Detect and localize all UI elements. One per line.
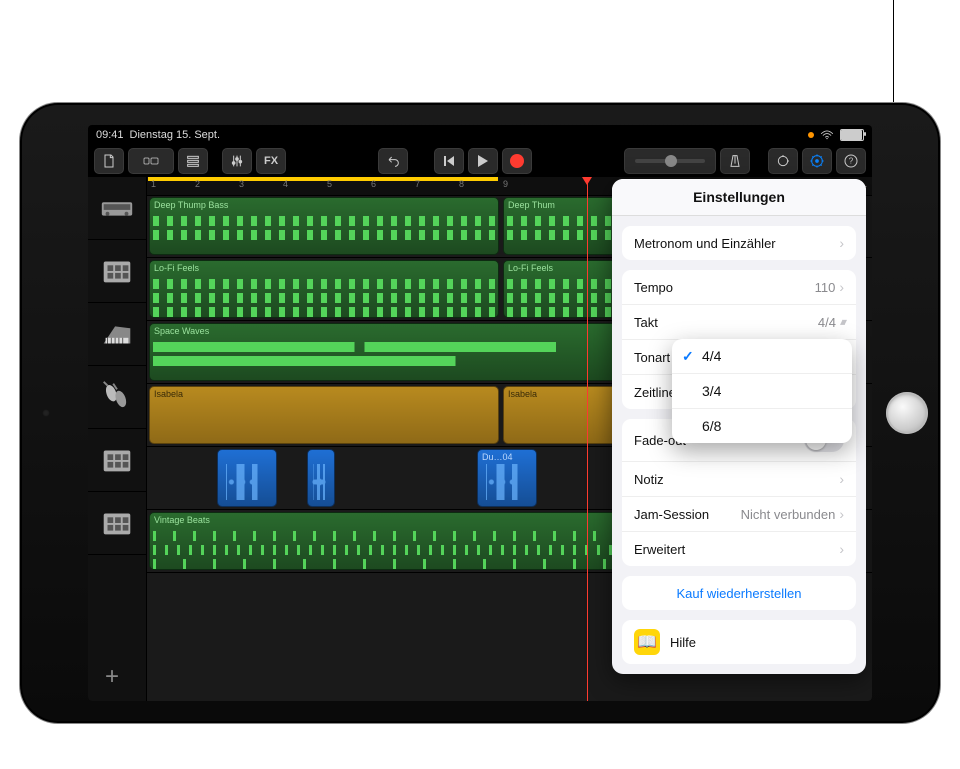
region-label: Vintage Beats — [154, 515, 210, 525]
settings-button[interactable] — [802, 148, 832, 174]
track-header[interactable] — [88, 240, 146, 303]
time-signature-picker: 4/4 3/4 6/8 — [672, 339, 852, 443]
picker-option[interactable]: 4/4 — [672, 339, 852, 374]
row-label: Erweitert — [634, 542, 685, 557]
row-value: 110 — [815, 280, 836, 295]
settings-popover: Einstellungen Metronom und Einzähler › T… — [612, 179, 866, 674]
settings-tempo[interactable]: Tempo 110› — [622, 270, 856, 305]
undo-button[interactable] — [378, 148, 408, 174]
region-label: Du…04 — [482, 452, 513, 462]
picker-option[interactable]: 6/8 — [672, 409, 852, 443]
svg-text:?: ? — [849, 157, 854, 166]
help-button[interactable]: ? — [836, 148, 866, 174]
record-button[interactable] — [502, 148, 532, 174]
track-header[interactable] — [88, 492, 146, 555]
settings-help[interactable]: 📖 Hilfe — [622, 620, 856, 664]
row-label: Tonart — [634, 350, 670, 365]
loop-region[interactable] — [148, 177, 498, 181]
book-icon: 📖 — [634, 629, 660, 655]
midi-region[interactable]: Vintage Beats — [149, 512, 661, 570]
region-label: Deep Thump Bass — [154, 200, 228, 210]
tracks-view-button[interactable] — [178, 148, 208, 174]
ipad-frame: 09:41 Dienstag 15. Sept. FX — [20, 103, 940, 723]
row-label: Hilfe — [670, 635, 696, 650]
region-label: Lo-Fi Feels — [154, 263, 199, 273]
master-volume-slider[interactable] — [624, 148, 716, 174]
region-label: Isabela — [508, 389, 537, 399]
go-to-beginning-button[interactable] — [434, 148, 464, 174]
midi-region[interactable]: Deep Thump Bass — [149, 197, 499, 255]
track-header[interactable] — [88, 303, 146, 366]
row-value: Nicht verbunden — [741, 507, 836, 522]
play-button[interactable] — [468, 148, 498, 174]
chevron-right-icon: › — [839, 506, 844, 522]
metronome-button[interactable] — [720, 148, 750, 174]
settings-metronome[interactable]: Metronom und Einzähler › — [622, 226, 856, 260]
track-controls-button[interactable] — [222, 148, 252, 174]
status-time: 09:41 — [96, 129, 124, 141]
screen: 09:41 Dienstag 15. Sept. FX — [88, 125, 872, 701]
playhead[interactable] — [587, 177, 588, 701]
toolbar: FX ? — [88, 145, 872, 177]
row-label: Takt — [634, 315, 658, 330]
row-value: 4/4 — [818, 315, 836, 330]
drummer-region[interactable]: Isabela — [149, 386, 499, 444]
region-label: Deep Thum — [508, 200, 555, 210]
wifi-icon — [820, 130, 834, 140]
settings-jam-session[interactable]: Jam-Session Nicht verbunden› — [622, 497, 856, 532]
track-header[interactable] — [88, 177, 146, 240]
region-label: Space Waves — [154, 326, 209, 336]
audio-region[interactable] — [217, 449, 277, 507]
recording-indicator-icon — [808, 132, 814, 138]
row-label: Tempo — [634, 280, 673, 295]
annotation-line — [893, 0, 894, 105]
my-songs-button[interactable] — [94, 148, 124, 174]
fx-button[interactable]: FX — [256, 148, 286, 174]
popover-title: Einstellungen — [612, 179, 866, 216]
track-headers — [88, 177, 147, 701]
midi-region[interactable]: Space Waves — [149, 323, 661, 381]
add-track-button[interactable]: + — [98, 663, 126, 691]
status-bar: 09:41 Dienstag 15. Sept. — [88, 125, 872, 145]
camera-icon — [42, 409, 50, 417]
stepper-icon: ▴▾ — [840, 317, 844, 328]
row-label: Jam-Session — [634, 507, 709, 522]
track-header[interactable] — [88, 429, 146, 492]
audio-region[interactable]: Du…04 — [477, 449, 537, 507]
audio-region[interactable] — [307, 449, 335, 507]
battery-icon — [840, 129, 864, 141]
restore-purchase-button[interactable]: Kauf wiederherstellen — [622, 576, 856, 610]
picker-option[interactable]: 3/4 — [672, 374, 852, 409]
settings-time-signature[interactable]: Takt 4/4 ▴▾ — [622, 305, 856, 340]
midi-region[interactable]: Lo-Fi Feels — [149, 260, 499, 318]
region-label: Isabela — [154, 389, 183, 399]
chevron-right-icon: › — [839, 279, 844, 295]
chevron-right-icon: › — [839, 541, 844, 557]
home-button[interactable] — [886, 392, 928, 434]
row-label: Metronom und Einzähler — [634, 236, 776, 251]
chevron-right-icon: › — [839, 471, 844, 487]
region-label: Lo-Fi Feels — [508, 263, 553, 273]
row-label: Kauf wiederherstellen — [676, 586, 801, 601]
settings-advanced[interactable]: Erweitert › — [622, 532, 856, 566]
browser-button[interactable] — [128, 148, 174, 174]
status-date: Dienstag 15. Sept. — [130, 129, 221, 141]
loop-browser-button[interactable] — [768, 148, 798, 174]
settings-note-pad[interactable]: Notiz › — [622, 462, 856, 497]
row-label: Notiz — [634, 472, 664, 487]
track-header[interactable] — [88, 366, 146, 429]
chevron-right-icon: › — [839, 235, 844, 251]
